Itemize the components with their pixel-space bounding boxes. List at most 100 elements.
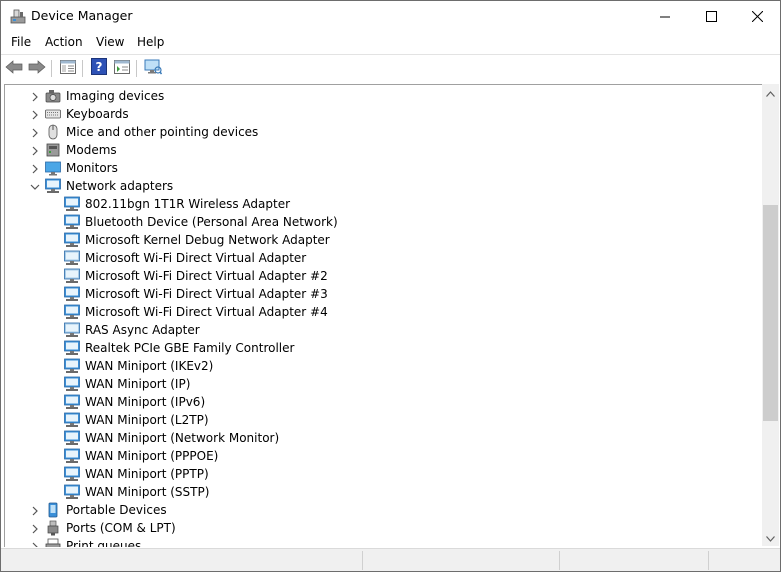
device-tree[interactable]: Imaging devices Keyboards Mice and other p… [4, 84, 763, 547]
tree-item-label: Portable Devices [66, 503, 167, 517]
tree-device[interactable]: Microsoft Wi-Fi Direct Virtual Adapter #… [5, 267, 761, 285]
network-adapter-icon [64, 196, 80, 212]
printer-icon [45, 538, 61, 547]
camera-icon [45, 88, 61, 104]
network-adapter-icon [64, 268, 80, 284]
chevron-right-icon[interactable] [30, 109, 40, 120]
tree-item-label: WAN Miniport (SSTP) [85, 485, 210, 499]
toolbar-separator [136, 60, 137, 77]
tree-device[interactable]: Realtek PCIe GBE Family Controller [5, 339, 761, 357]
show-hide-console-tree-icon [60, 59, 76, 77]
tree-device[interactable]: WAN Miniport (SSTP) [5, 483, 761, 501]
menu-action[interactable]: Action [45, 35, 83, 49]
forward-button[interactable] [27, 58, 47, 78]
window-title: Device Manager [31, 8, 133, 23]
tree-item-label: WAN Miniport (IPv6) [85, 395, 206, 409]
tree-device[interactable]: Microsoft Wi-Fi Direct Virtual Adapter #… [5, 285, 761, 303]
back-arrow-icon [5, 59, 23, 77]
device-manager-app-icon [10, 8, 26, 24]
maximize-button[interactable] [688, 1, 734, 32]
tree-item-label: Microsoft Wi-Fi Direct Virtual Adapter #… [85, 269, 328, 283]
tree-category[interactable]: Imaging devices [5, 87, 761, 105]
forward-arrow-icon [28, 59, 46, 77]
chevron-right-icon[interactable] [30, 523, 40, 534]
tree-item-label: Print queues [66, 539, 142, 547]
help-button[interactable]: ? [89, 58, 109, 78]
tree-device[interactable]: WAN Miniport (IPv6) [5, 393, 761, 411]
mouse-icon [45, 124, 61, 140]
chevron-up-icon [766, 86, 775, 100]
close-button[interactable] [734, 1, 780, 32]
tree-device[interactable]: WAN Miniport (IP) [5, 375, 761, 393]
tree-item-label: Imaging devices [66, 89, 165, 103]
scan-hardware-button[interactable] [143, 58, 163, 78]
tree-item-label: Realtek PCIe GBE Family Controller [85, 341, 295, 355]
tree-device[interactable]: Microsoft Kernel Debug Network Adapter [5, 231, 761, 249]
modem-icon [45, 142, 61, 158]
network-adapter-icon [64, 286, 80, 302]
tree-item-label: Microsoft Wi-Fi Direct Virtual Adapter [85, 251, 307, 265]
network-adapter-icon [64, 412, 80, 428]
tree-item-label: Ports (COM & LPT) [66, 521, 176, 535]
menu-help[interactable]: Help [137, 35, 164, 49]
tree-device[interactable]: Microsoft Wi-Fi Direct Virtual Adapter [5, 249, 761, 267]
tree-device[interactable]: WAN Miniport (Network Monitor) [5, 429, 761, 447]
tree-item-label: Mice and other pointing devices [66, 125, 259, 139]
status-bar-panel [559, 551, 708, 570]
network-adapter-icon [64, 214, 80, 230]
tree-device[interactable]: RAS Async Adapter [5, 321, 761, 339]
network-adapter-icon [64, 466, 80, 482]
network-adapter-icon [64, 376, 80, 392]
tree-item-label: Bluetooth Device (Personal Area Network) [85, 215, 338, 229]
chevron-right-icon[interactable] [30, 505, 40, 516]
tree-category[interactable]: Keyboards [5, 105, 761, 123]
network-adapter-icon [64, 394, 80, 410]
tree-category[interactable]: Ports (COM & LPT) [5, 519, 761, 537]
help-icon: ? [91, 58, 107, 78]
tree-category[interactable]: Print queues [5, 537, 761, 547]
tree-device[interactable]: WAN Miniport (IKEv2) [5, 357, 761, 375]
show-hide-console-tree-button[interactable] [58, 58, 78, 78]
network-adapter-icon [64, 430, 80, 446]
tree-item-label: WAN Miniport (PPPOE) [85, 449, 219, 463]
network-adapter-icon [64, 448, 80, 464]
tree-category[interactable]: Monitors [5, 159, 761, 177]
status-bar-panel [362, 551, 559, 570]
tree-category-expanded[interactable]: Network adapters [5, 177, 761, 195]
tree-item-label: WAN Miniport (L2TP) [85, 413, 209, 427]
toolbar: ? [1, 54, 780, 81]
properties-icon [114, 59, 130, 77]
toolbar-separator [51, 60, 52, 77]
chevron-down-icon[interactable] [30, 181, 40, 191]
tree-category[interactable]: Mice and other pointing devices [5, 123, 761, 141]
menu-view[interactable]: View [96, 35, 124, 49]
chevron-right-icon[interactable] [30, 127, 40, 138]
status-bar [1, 548, 780, 571]
scroll-up-button[interactable] [762, 84, 779, 101]
network-adapter-icon [64, 322, 80, 338]
menu-file[interactable]: File [11, 35, 31, 49]
tree-device[interactable]: Microsoft Wi-Fi Direct Virtual Adapter #… [5, 303, 761, 321]
back-button[interactable] [4, 58, 24, 78]
chevron-right-icon[interactable] [30, 163, 40, 174]
chevron-right-icon[interactable] [30, 91, 40, 102]
status-bar-panel [708, 551, 779, 570]
tree-category[interactable]: Modems [5, 141, 761, 159]
tree-device[interactable]: WAN Miniport (L2TP) [5, 411, 761, 429]
tree-item-label: Monitors [66, 161, 118, 175]
tree-device[interactable]: WAN Miniport (PPPOE) [5, 447, 761, 465]
tree-item-label: WAN Miniport (IKEv2) [85, 359, 214, 373]
tree-device[interactable]: 802.11bgn 1T1R Wireless Adapter [5, 195, 761, 213]
chevron-right-icon[interactable] [30, 145, 40, 156]
tree-device[interactable]: Bluetooth Device (Personal Area Network) [5, 213, 761, 231]
scroll-down-button[interactable] [762, 529, 779, 546]
minimize-button[interactable] [642, 1, 688, 32]
chevron-right-icon[interactable] [30, 541, 40, 547]
tree-category[interactable]: Portable Devices [5, 501, 761, 519]
properties-button[interactable] [112, 58, 132, 78]
vertical-scrollbar[interactable] [762, 84, 779, 546]
tree-device[interactable]: WAN Miniport (PPTP) [5, 465, 761, 483]
network-adapter-icon [45, 178, 61, 194]
scrollbar-thumb[interactable] [763, 205, 778, 421]
scan-hardware-icon [144, 59, 163, 78]
